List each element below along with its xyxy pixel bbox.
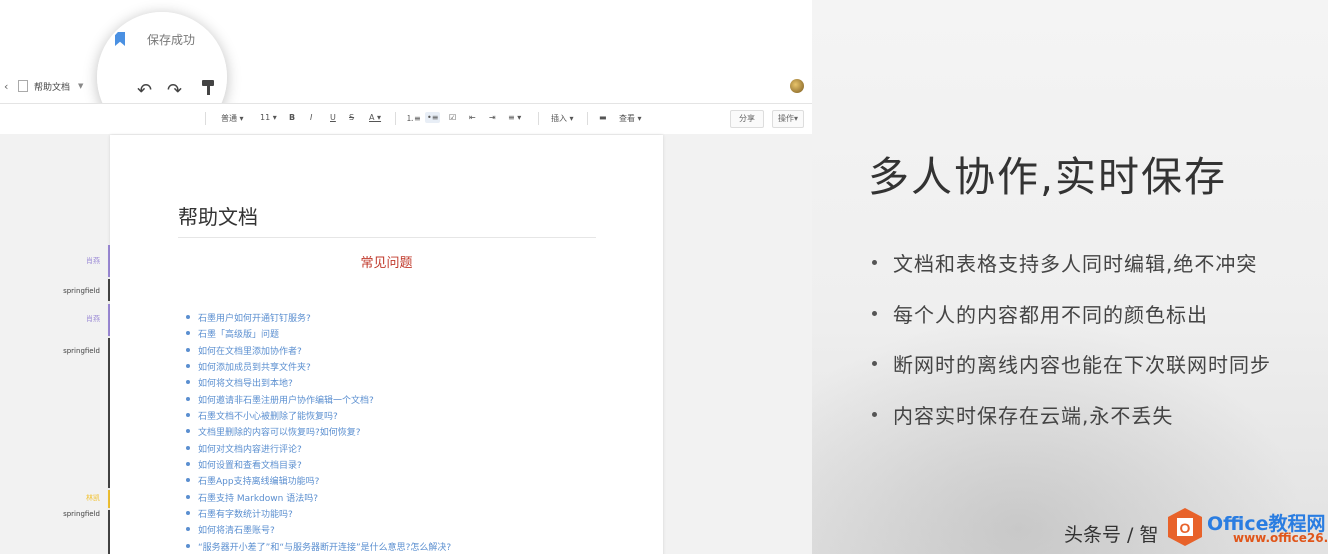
collaborator-label: 肖燕 bbox=[86, 315, 100, 323]
document-name[interactable]: 帮助文档 bbox=[34, 80, 70, 93]
top-bar: 保存成功 ‹ 帮助文档 ▼ ↶ ↷ bbox=[0, 0, 812, 142]
faq-link[interactable]: 石墨文档不小心被删除了能恢复吗? bbox=[186, 409, 451, 425]
bold-button[interactable]: B bbox=[289, 113, 295, 122]
back-icon[interactable]: ‹ bbox=[4, 80, 16, 93]
faq-link[interactable]: 如何将清石墨账号? bbox=[186, 523, 451, 539]
document-icon bbox=[18, 80, 28, 92]
feature-item: 内容实时保存在云端,永不丢失 bbox=[872, 400, 1271, 451]
font-size-select[interactable]: 11 ▾ bbox=[260, 113, 277, 122]
view-menu[interactable]: 查看 ▾ bbox=[619, 113, 642, 124]
document-page[interactable]: 帮助文档 常见问题 石墨用户如何开通钉钉服务? 石墨「高级版」问题 如何在文档里… bbox=[110, 135, 663, 554]
faq-link[interactable]: 石墨App支持离线编辑功能吗? bbox=[186, 474, 451, 490]
feature-text: 内容实时保存在云端,永不丢失 bbox=[893, 403, 1174, 428]
indent-decrease-icon[interactable]: ⇤ bbox=[469, 113, 476, 122]
feature-item: 每个人的内容都用不同的颜色标出 bbox=[872, 299, 1271, 350]
ordered-list-icon[interactable]: ⒈≡ bbox=[406, 113, 421, 124]
paragraph-style-select[interactable]: 普通 ▾ bbox=[221, 113, 244, 124]
collaborator-label: 肖燕 bbox=[86, 257, 100, 265]
undo-icon[interactable]: ↶ bbox=[137, 80, 152, 101]
feature-headline: 多人协作,实时保存 bbox=[868, 153, 1228, 201]
collaborator-label: 林凯 bbox=[86, 494, 100, 502]
bullet-dot bbox=[872, 260, 877, 265]
faq-link[interactable]: 石墨有字数统计功能吗? bbox=[186, 507, 451, 523]
faq-link[interactable]: 如何邀请非石墨注册用户协作编辑一个文档? bbox=[186, 393, 451, 409]
section-heading[interactable]: 常见问题 bbox=[110, 252, 663, 271]
collaborator-label: springfield bbox=[63, 510, 100, 518]
toolbar-divider bbox=[538, 112, 539, 125]
faq-list: 石墨用户如何开通钉钉服务? 石墨「高级版」问题 如何在文档里添加协作者? 如何添… bbox=[186, 311, 451, 554]
avatar[interactable] bbox=[790, 79, 804, 93]
feature-text: 断网时的离线内容也能在下次联网时同步 bbox=[893, 353, 1271, 377]
office-logo-icon: O bbox=[1168, 508, 1202, 546]
underline-button[interactable]: U bbox=[330, 113, 336, 122]
bullet-dot bbox=[872, 310, 877, 316]
bullet-dot bbox=[872, 361, 877, 366]
save-status-text: 保存成功 bbox=[147, 32, 196, 47]
collaborator-label: springfield bbox=[63, 347, 100, 355]
feature-panel: 多人协作,实时保存 文档和表格支持多人同时编辑,绝不冲突 每个人的内容都用不同的… bbox=[812, 0, 1328, 554]
redo-icon[interactable]: ↷ bbox=[167, 80, 182, 101]
share-button[interactable]: 分享 bbox=[730, 110, 764, 128]
strikethrough-button[interactable]: S bbox=[349, 113, 354, 122]
font-color-label: A bbox=[369, 113, 375, 122]
faq-link[interactable]: 文档里删除的内容可以恢复吗?如何恢复? bbox=[186, 425, 451, 441]
faq-link[interactable]: 如何添加成员到共享文件夹? bbox=[186, 360, 451, 376]
collaborator-label: springfield bbox=[63, 287, 100, 295]
faq-link[interactable]: 如何设置和查看文档目录? bbox=[186, 458, 451, 474]
editor-window: 保存成功 ‹ 帮助文档 ▼ ↶ ↷ 普通 ▾ 11 ▾ B I U S A ▾ … bbox=[0, 0, 812, 554]
toolbar-divider bbox=[395, 112, 396, 125]
format-toolbar: 普通 ▾ 11 ▾ B I U S A ▾ ⒈≡ •≡ ☑ ⇤ ⇥ ≡ ▾ 插入… bbox=[0, 103, 812, 135]
font-size-label: 11 bbox=[260, 113, 271, 122]
comment-icon[interactable]: ▬ bbox=[599, 113, 607, 122]
watermark-source: 头条号 / 智 bbox=[1064, 524, 1159, 546]
faq-link[interactable]: 如何对文档内容进行评论? bbox=[186, 442, 451, 458]
document-title[interactable]: 帮助文档 bbox=[178, 201, 258, 230]
faq-link[interactable]: 石墨用户如何开通钉钉服务? bbox=[186, 311, 451, 327]
paragraph-style-label: 普通 bbox=[221, 114, 237, 123]
feature-item: 文档和表格支持多人同时编辑,绝不冲突 bbox=[872, 248, 1271, 299]
feature-text: 文档和表格支持多人同时编辑,绝不冲突 bbox=[893, 252, 1258, 276]
insert-label: 插入 bbox=[551, 114, 567, 123]
save-status: 保存成功 bbox=[115, 28, 195, 50]
svg-text:O: O bbox=[1180, 520, 1191, 536]
toolbar-divider bbox=[587, 112, 588, 125]
watermark-url: www.office26.com bbox=[1233, 531, 1328, 545]
feature-item: 断网时的离线内容也能在下次联网时同步 bbox=[872, 349, 1271, 400]
font-color-button[interactable]: A ▾ bbox=[369, 113, 381, 122]
indent-increase-icon[interactable]: ⇥ bbox=[489, 113, 496, 122]
bullet-list-icon[interactable]: •≡ bbox=[425, 112, 441, 123]
feature-text: 每个人的内容都用不同的颜色标出 bbox=[893, 302, 1208, 327]
align-icon[interactable]: ≡ ▾ bbox=[508, 113, 521, 122]
faq-link[interactable]: “服务器开小差了”和“与服务器断开连接”是什么意思?怎么解决? bbox=[186, 540, 451, 554]
chevron-down-icon[interactable]: ▼ bbox=[78, 82, 83, 90]
format-painter-icon[interactable] bbox=[202, 80, 214, 96]
checklist-icon[interactable]: ☑ bbox=[449, 113, 456, 122]
title-divider bbox=[178, 237, 596, 238]
faq-link[interactable]: 如何将文档导出到本地? bbox=[186, 376, 451, 392]
faq-link[interactable]: 如何在文档里添加协作者? bbox=[186, 344, 451, 360]
toolbar-divider bbox=[205, 112, 206, 125]
italic-button[interactable]: I bbox=[310, 113, 312, 122]
bookmark-icon[interactable] bbox=[115, 32, 125, 46]
feature-list: 文档和表格支持多人同时编辑,绝不冲突 每个人的内容都用不同的颜色标出 断网时的离… bbox=[872, 248, 1271, 450]
breadcrumb: ‹ 帮助文档 ▼ bbox=[4, 78, 83, 94]
view-label: 查看 bbox=[619, 114, 635, 123]
faq-link[interactable]: 石墨「高级版」问题 bbox=[186, 327, 451, 343]
actions-label: 操作 bbox=[778, 114, 794, 123]
document-canvas: 肖燕 springfield 肖燕 springfield 林凯 springf… bbox=[0, 134, 812, 554]
faq-link[interactable]: 石墨支持 Markdown 语法吗? bbox=[186, 491, 451, 507]
actions-button[interactable]: 操作▾ bbox=[772, 110, 805, 128]
insert-menu[interactable]: 插入 ▾ bbox=[551, 113, 574, 124]
bullet-dot bbox=[872, 411, 877, 417]
